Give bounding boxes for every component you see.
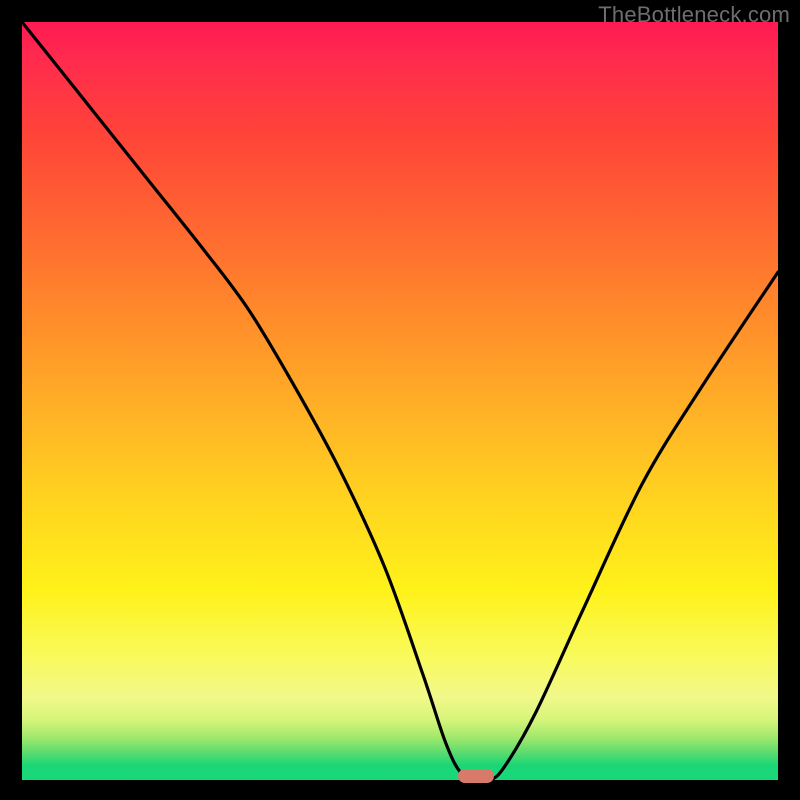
plot-area <box>22 22 778 780</box>
bottleneck-curve <box>22 22 778 780</box>
chart-frame: TheBottleneck.com <box>0 0 800 800</box>
minimum-marker <box>458 769 494 783</box>
watermark-text: TheBottleneck.com <box>598 2 790 28</box>
